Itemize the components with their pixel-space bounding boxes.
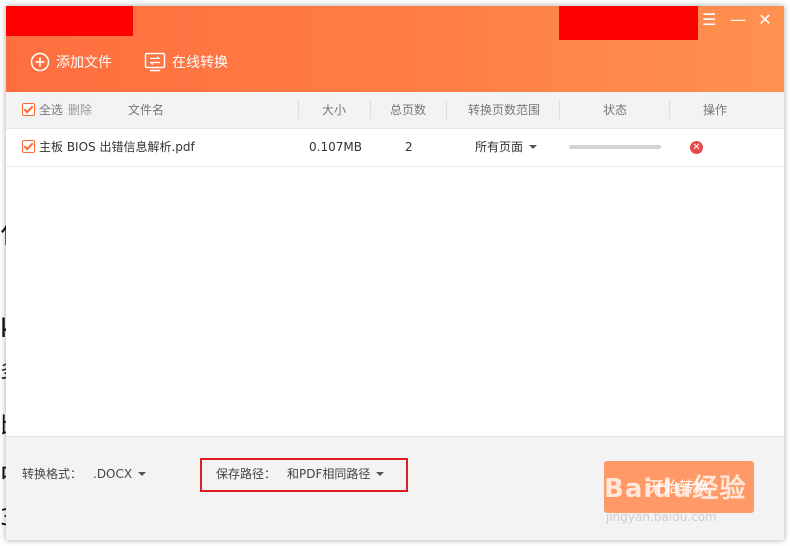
redaction-block bbox=[559, 6, 698, 40]
menu-icon[interactable]: ☰ bbox=[702, 12, 716, 28]
column-filename: 文件名 bbox=[128, 103, 165, 117]
column-pages: 总页数 bbox=[390, 103, 427, 117]
save-path-value: 和PDF相同路径 bbox=[287, 467, 371, 481]
convert-icon bbox=[144, 52, 166, 72]
converter-window: ☰ — ✕ 添加文件 在线转换 全选 删除 文件名 大小 总页数 转换页数范围 … bbox=[6, 6, 784, 540]
checkbox-icon bbox=[22, 140, 35, 153]
plus-circle-icon bbox=[30, 52, 50, 72]
format-dropdown[interactable]: .DOCX bbox=[93, 465, 147, 483]
file-name: 主板 BIOS 出错信息解析.pdf bbox=[39, 140, 195, 154]
redaction-block bbox=[6, 6, 133, 36]
file-size: 0.107MB bbox=[309, 140, 362, 154]
column-separator bbox=[446, 101, 447, 119]
column-action: 操作 bbox=[703, 103, 728, 117]
footer-panel: 转换格式： .DOCX 保存路径： 和PDF相同路径 开始转换 bbox=[6, 436, 784, 540]
file-pages: 2 bbox=[405, 140, 413, 154]
path-label: 保存路径： bbox=[216, 467, 277, 481]
close-icon[interactable]: ✕ bbox=[758, 12, 772, 28]
column-separator bbox=[559, 101, 560, 119]
delete-link[interactable]: 删除 bbox=[68, 92, 92, 128]
row-checkbox[interactable]: 主板 BIOS 出错信息解析.pdf bbox=[22, 129, 195, 166]
column-separator bbox=[669, 101, 670, 119]
column-status: 状态 bbox=[603, 103, 628, 117]
format-label: 转换格式： bbox=[22, 467, 83, 481]
file-table-header: 全选 删除 文件名 大小 总页数 转换页数范围 状态 操作 bbox=[6, 92, 784, 129]
remove-file-button[interactable]: ✕ bbox=[690, 141, 703, 154]
column-separator bbox=[370, 101, 371, 119]
online-convert-button[interactable]: 在线转换 bbox=[144, 52, 228, 72]
app-header: ☰ — ✕ 添加文件 在线转换 bbox=[6, 6, 784, 92]
caret-down-icon bbox=[529, 145, 538, 149]
page-range-value: 所有页面 bbox=[475, 140, 524, 154]
column-size: 大小 bbox=[322, 103, 347, 117]
format-value: .DOCX bbox=[93, 467, 133, 481]
minimize-icon[interactable]: — bbox=[730, 12, 746, 28]
table-row[interactable]: 主板 BIOS 出错信息解析.pdf 0.107MB 2 所有页面 ✕ bbox=[6, 129, 784, 167]
page-range-dropdown[interactable]: 所有页面 bbox=[475, 129, 538, 166]
checkbox-icon bbox=[22, 103, 35, 116]
toolbar: 添加文件 在线转换 bbox=[30, 52, 228, 72]
save-path-dropdown[interactable]: 和PDF相同路径 bbox=[287, 465, 385, 483]
online-convert-label: 在线转换 bbox=[172, 55, 228, 71]
conversion-progress-bar bbox=[569, 145, 661, 149]
window-controls: ☰ — ✕ bbox=[702, 12, 772, 28]
select-all-label: 全选 bbox=[39, 103, 64, 117]
start-convert-button[interactable]: 开始转换 bbox=[604, 461, 754, 513]
column-range: 转换页数范围 bbox=[468, 103, 541, 117]
add-file-label: 添加文件 bbox=[56, 55, 112, 71]
select-all-checkbox[interactable]: 全选 bbox=[22, 92, 63, 128]
add-file-button[interactable]: 添加文件 bbox=[30, 52, 112, 72]
column-separator bbox=[298, 101, 299, 119]
close-icon: ✕ bbox=[692, 142, 701, 153]
caret-down-icon bbox=[376, 472, 385, 476]
caret-down-icon bbox=[138, 472, 147, 476]
